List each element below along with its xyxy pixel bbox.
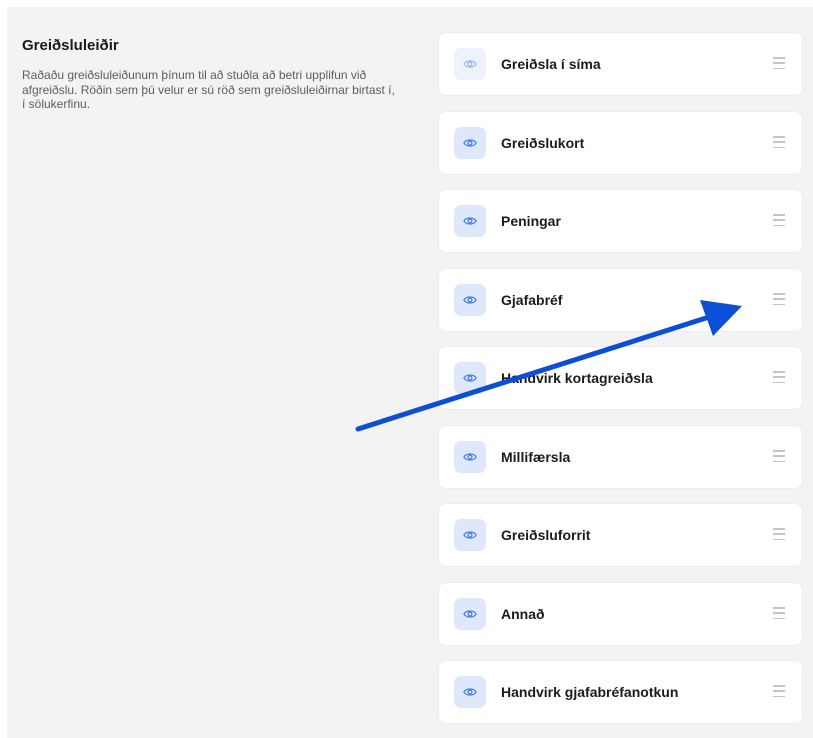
drag-handle-icon[interactable]: [773, 136, 785, 148]
visibility-toggle[interactable]: [454, 519, 486, 551]
section-title: Greiðsluleiðir: [22, 37, 119, 54]
drag-handle-icon[interactable]: [773, 371, 785, 383]
eye-icon: [463, 610, 477, 618]
eye-icon: [463, 531, 477, 539]
payment-method-card[interactable]: Greiðslukort: [439, 112, 802, 174]
payment-method-label: Annað: [501, 606, 545, 622]
visibility-toggle[interactable]: [454, 205, 486, 237]
payment-method-label: Greiðsla í síma: [501, 56, 601, 72]
visibility-toggle[interactable]: [454, 127, 486, 159]
payment-method-label: Gjafabréf: [501, 292, 563, 308]
drag-handle-icon[interactable]: [773, 450, 785, 462]
payment-method-label: Greiðslukort: [501, 135, 585, 151]
payment-method-card[interactable]: Gjafabréf: [439, 269, 802, 331]
payment-methods-panel: Greiðsluleiðir Raðaðu greiðsluleiðunum þ…: [7, 7, 813, 738]
payment-method-card[interactable]: Peningar: [439, 190, 802, 252]
drag-handle-icon[interactable]: [773, 607, 785, 619]
drag-handle-icon[interactable]: [773, 293, 785, 305]
visibility-toggle[interactable]: [454, 441, 486, 473]
payment-method-card[interactable]: Annað: [439, 583, 802, 645]
eye-icon: [463, 217, 477, 225]
payment-method-card[interactable]: Handvirk gjafabréfanotkun: [439, 661, 802, 723]
payment-method-label: Handvirk kortagreiðsla: [501, 370, 653, 386]
visibility-toggle[interactable]: [454, 48, 486, 80]
visibility-toggle[interactable]: [454, 676, 486, 708]
visibility-toggle[interactable]: [454, 362, 486, 394]
payment-method-label: Greiðsluforrit: [501, 527, 591, 543]
payment-method-card[interactable]: Handvirk kortagreiðsla: [439, 347, 802, 409]
eye-icon: [463, 688, 477, 696]
eye-icon: [463, 60, 477, 68]
payment-method-label: Peningar: [501, 213, 561, 229]
eye-icon: [463, 139, 477, 147]
eye-icon: [463, 374, 477, 382]
drag-handle-icon[interactable]: [773, 528, 785, 540]
visibility-toggle[interactable]: [454, 598, 486, 630]
visibility-toggle[interactable]: [454, 284, 486, 316]
payment-method-card[interactable]: Greiðsluforrit: [439, 504, 802, 566]
payment-method-card[interactable]: Greiðsla í síma: [439, 33, 802, 95]
eye-icon: [463, 296, 477, 304]
payment-method-card[interactable]: Millifærsla: [439, 426, 802, 488]
drag-handle-icon[interactable]: [773, 685, 785, 697]
section-description: Raðaðu greiðsluleiðunum þínum til að stu…: [22, 68, 395, 111]
drag-handle-icon[interactable]: [773, 214, 785, 226]
drag-handle-icon[interactable]: [773, 57, 785, 69]
payment-method-label: Handvirk gjafabréfanotkun: [501, 684, 679, 700]
eye-icon: [463, 453, 477, 461]
payment-method-label: Millifærsla: [501, 449, 571, 465]
